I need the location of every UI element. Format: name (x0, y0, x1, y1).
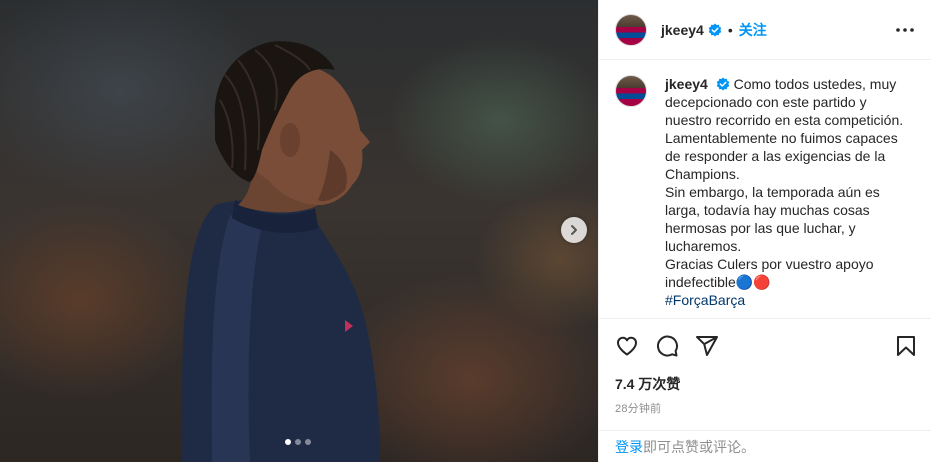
caption-username[interactable]: jkeey4 (665, 76, 708, 92)
carousel-dot (285, 439, 291, 445)
caption-line: Sin embargo, la temporada aún es larga, … (665, 184, 880, 254)
more-horizontal-icon (896, 27, 914, 32)
avatar[interactable] (615, 75, 647, 107)
like-button[interactable] (615, 334, 639, 358)
save-button[interactable] (894, 334, 918, 358)
avatar[interactable] (615, 13, 647, 46)
next-slide-button[interactable] (561, 217, 587, 243)
carousel-indicator (285, 439, 311, 445)
like-count[interactable]: 7.4 万次赞 (615, 374, 680, 394)
login-prompt-text: 即可点赞或评论。 (643, 439, 755, 455)
bookmark-icon (897, 336, 915, 356)
chevron-right-icon (571, 225, 577, 235)
login-link[interactable]: 登录 (615, 439, 643, 455)
carousel-dot (295, 439, 301, 445)
verified-badge-icon (708, 23, 722, 36)
login-prompt: 登录即可点赞或评论。 (599, 430, 931, 462)
caption-line: Lamentablemente no fuimos capaces de res… (665, 130, 898, 182)
post-media[interactable] (0, 0, 598, 462)
post-timestamp[interactable]: 28分钟前 (615, 400, 661, 416)
username-link[interactable]: jkeey4 (661, 22, 704, 38)
post-side-panel: jkeey4 • 关注 jkeey4 Como todos ustedes, m… (598, 0, 931, 462)
caption-text: jkeey4 Como todos ustedes, muy decepcion… (665, 75, 915, 318)
carousel-dot (305, 439, 311, 445)
caption-line: Gracias Culers por vuestro apoyo indefec… (665, 256, 874, 290)
caption-hashtag[interactable]: #ForçaBarça (665, 291, 915, 309)
action-bar (615, 332, 918, 360)
share-button[interactable] (695, 334, 719, 358)
verified-badge-icon (716, 77, 729, 91)
post-photo (181, 41, 380, 462)
heart-icon (617, 336, 637, 356)
follow-button[interactable]: 关注 (739, 20, 767, 40)
comment-button[interactable] (655, 334, 679, 358)
separator-dot: • (727, 21, 733, 38)
more-options-button[interactable] (893, 18, 917, 42)
post-header: jkeey4 • 关注 (599, 0, 931, 60)
caption-section: jkeey4 Como todos ustedes, muy decepcion… (599, 61, 931, 319)
share-icon (696, 336, 718, 356)
comment-icon (657, 335, 678, 357)
